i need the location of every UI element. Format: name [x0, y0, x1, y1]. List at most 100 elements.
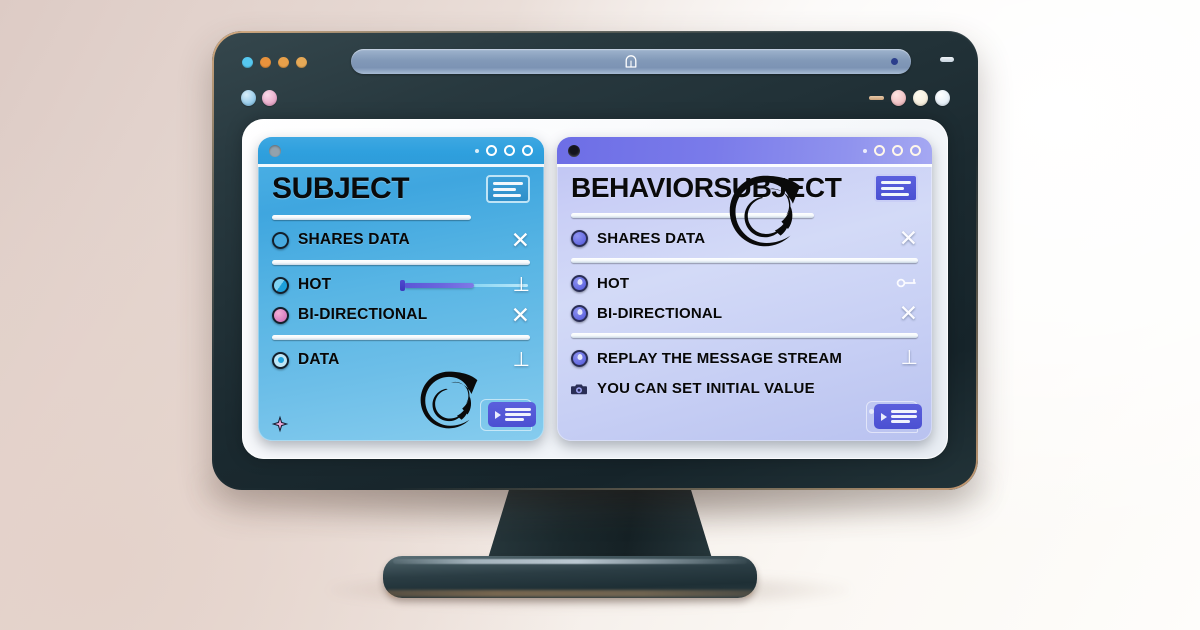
slider-fill: [404, 282, 475, 288]
doc-line: [881, 186, 905, 190]
chat-bubble-body: [874, 404, 922, 429]
chat-line: [891, 410, 917, 413]
play-triangle-icon: [881, 412, 887, 421]
card-subject-body: SUBJECT SHARES DATA ✕ HOT ⊥ BI-DIRECTION…: [258, 164, 544, 441]
window-minimize-button[interactable]: [869, 96, 884, 100]
titlebar-menu-dot-icon[interactable]: [568, 144, 580, 157]
divider: [571, 213, 814, 218]
key-icon[interactable]: [896, 277, 918, 289]
chat-lines: [505, 408, 531, 421]
card-behaviorsubject[interactable]: BEHAVIORSUBJECT SHARES DATA ✕ HOT BI-DIR…: [557, 137, 932, 441]
document-list-icon[interactable]: [874, 174, 918, 202]
feature-label: SHARES DATA: [298, 231, 410, 248]
doc-line: [881, 192, 909, 196]
feature-bi-directional[interactable]: BI-DIRECTIONAL ✕: [571, 298, 918, 328]
chrome-toolbar-row: [234, 47, 956, 77]
hot-slider[interactable]: [400, 279, 528, 291]
card-subject[interactable]: SUBJECT SHARES DATA ✕ HOT ⊥ BI-DIRECTION…: [258, 137, 544, 441]
titlebar-circle-1-button[interactable]: [874, 145, 885, 156]
perp-icon[interactable]: ⊥: [513, 350, 530, 370]
traffic-lights[interactable]: [242, 56, 307, 68]
chat-bubble-icon[interactable]: [866, 401, 924, 435]
window-control-cream-button[interactable]: [913, 90, 928, 106]
bullet-purple-dot-icon: [571, 349, 588, 367]
feature-shares-data[interactable]: SHARES DATA ✕: [272, 225, 530, 255]
monitor-stand-base: [383, 556, 757, 598]
chat-line: [891, 420, 911, 423]
titlebar-circle-3-button[interactable]: [910, 145, 921, 156]
close-x-icon[interactable]: ✕: [899, 226, 918, 250]
titlebar-window-buttons[interactable]: [475, 145, 533, 156]
bullet-dot-icon: [272, 351, 289, 369]
monitor-body: SUBJECT SHARES DATA ✕ HOT ⊥ BI-DIRECTION…: [212, 31, 978, 490]
titlebar-circle-1-button[interactable]: [486, 145, 497, 156]
scene-root: SUBJECT SHARES DATA ✕ HOT ⊥ BI-DIRECTION…: [0, 0, 1200, 630]
divider: [571, 258, 918, 263]
close-x-icon[interactable]: ✕: [511, 303, 530, 327]
play-triangle-icon: [495, 410, 501, 419]
chat-bubble-icon[interactable]: [480, 399, 538, 433]
traffic-light-orange-3-icon[interactable]: [296, 56, 307, 68]
traffic-light-orange-1-icon[interactable]: [260, 56, 271, 68]
titlebar-menu-dot-icon[interactable]: [269, 144, 281, 157]
tab-indicators[interactable]: [241, 90, 277, 106]
window-controls[interactable]: [869, 90, 950, 106]
titlebar-mini-dot-icon: [863, 148, 867, 153]
feature-label: HOT: [597, 274, 630, 292]
chat-line: [505, 413, 531, 416]
titlebar-circle-2-button[interactable]: [504, 145, 515, 156]
doc-line: [493, 181, 523, 185]
titlebar-circle-3-button[interactable]: [522, 145, 533, 156]
feature-label: HOT: [298, 276, 332, 293]
address-bar[interactable]: [351, 49, 911, 74]
card-behaviorsubject-title: BEHAVIORSUBJECT: [571, 172, 842, 203]
window-control-white-button[interactable]: [935, 90, 950, 106]
divider: [272, 215, 471, 220]
bullet-half-icon: [272, 276, 289, 294]
feature-shares-data[interactable]: SHARES DATA ✕: [571, 223, 918, 253]
titlebar-mini-dot-icon: [475, 148, 479, 153]
traffic-light-cyan-icon[interactable]: [242, 56, 253, 68]
sparkle-icon: [271, 415, 289, 433]
camera-icon: [571, 384, 587, 394]
perp-icon[interactable]: ⊥: [513, 275, 530, 295]
chat-line: [505, 408, 531, 411]
document-list-icon[interactable]: [486, 175, 530, 203]
traffic-light-orange-2-icon[interactable]: [278, 56, 289, 68]
chat-bubble-dot-icon: [869, 409, 874, 414]
feature-data[interactable]: DATA ⊥: [272, 345, 530, 375]
titlebar-window-buttons[interactable]: [863, 145, 921, 156]
close-x-icon[interactable]: ✕: [511, 228, 530, 252]
bullet-purple-dot-icon: [571, 304, 588, 322]
feature-label: REPLAY THE MESSAGE STREAM: [597, 349, 843, 367]
slider-knob[interactable]: [400, 279, 405, 291]
feature-label: BI-DIRECTIONAL: [597, 304, 723, 322]
feature-bi-directional[interactable]: BI-DIRECTIONAL ✕: [272, 300, 530, 330]
bullet-purple-icon: [571, 229, 588, 247]
bullet-ring-icon: [272, 231, 289, 249]
chrome-tab-row: [234, 85, 956, 111]
card-subject-header: SUBJECT: [272, 174, 530, 204]
chat-line: [505, 418, 525, 421]
titlebar-circle-2-button[interactable]: [892, 145, 903, 156]
feature-hot[interactable]: HOT: [571, 268, 918, 298]
window-control-pink-button[interactable]: [891, 90, 906, 106]
chrome-minimize-button[interactable]: [940, 57, 954, 62]
browser-chrome: [234, 47, 956, 113]
close-x-icon[interactable]: ✕: [899, 301, 918, 325]
card-subject-titlebar: [258, 137, 544, 167]
card-subject-title: SUBJECT: [272, 172, 410, 205]
divider: [272, 260, 530, 265]
feature-set-initial-value[interactable]: YOU CAN SET INITIAL VALUE: [571, 373, 918, 403]
address-bar-indicator-icon: [891, 58, 898, 65]
tab-dot-pink-icon[interactable]: [262, 90, 277, 106]
card-behaviorsubject-header: BEHAVIORSUBJECT: [571, 174, 918, 202]
bullet-purple-dot-icon: [571, 274, 588, 292]
feature-replay-message-stream[interactable]: REPLAY THE MESSAGE STREAM ⊥: [571, 343, 918, 373]
chat-bubble-body: [488, 402, 536, 427]
doc-line: [493, 193, 521, 197]
doc-line: [881, 180, 911, 184]
feature-hot[interactable]: HOT ⊥: [272, 270, 530, 300]
tab-dot-blue-icon[interactable]: [241, 90, 256, 106]
perp-icon[interactable]: ⊥: [901, 348, 918, 368]
